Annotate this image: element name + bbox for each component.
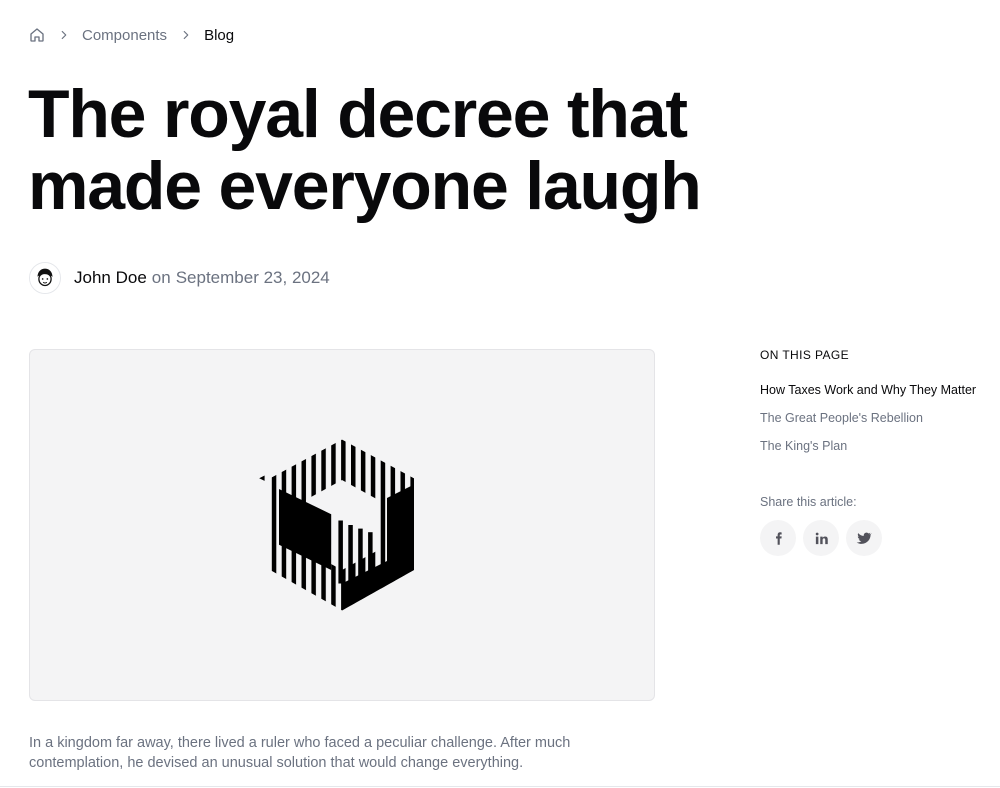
twitter-icon: [856, 532, 872, 544]
avatar-illustration: [30, 263, 60, 293]
home-icon[interactable]: [29, 27, 45, 43]
article-intro: In a kingdom far away, there lived a rul…: [29, 735, 571, 771]
table-of-contents: ON THIS PAGE How Taxes Work and Why They…: [760, 348, 1000, 466]
publish-date: September 23, 2024: [175, 268, 330, 287]
page-title: The royal decree that made everyone laug…: [28, 76, 702, 224]
toc-heading: ON THIS PAGE: [760, 348, 850, 362]
toc-item-how-taxes-work[interactable]: How Taxes Work and Why They Matter: [760, 382, 1000, 410]
chevron-right-icon: [179, 28, 193, 42]
breadcrumb-item-components[interactable]: Components: [82, 27, 167, 44]
hero-image: [29, 349, 655, 701]
share-twitter-button[interactable]: [846, 520, 882, 556]
toc-item-great-peoples-rebellion[interactable]: The Great People's Rebellion: [760, 410, 1000, 438]
chevron-right-icon: [57, 28, 71, 42]
article-byline: John Doe on September 23, 2024: [29, 262, 330, 294]
avatar[interactable]: [29, 262, 61, 294]
share-buttons: [760, 520, 882, 556]
divider: [0, 786, 1000, 787]
breadcrumb: Components Blog: [29, 24, 234, 46]
byline-on: on: [151, 268, 171, 287]
toc-list: How Taxes Work and Why They Matter The G…: [760, 382, 1000, 466]
toc-item-kings-plan[interactable]: The King's Plan: [760, 438, 1000, 466]
share-label: Share this article:: [760, 495, 857, 509]
share-linkedin-button[interactable]: [803, 520, 839, 556]
linkedin-icon: [815, 532, 828, 544]
facebook-icon: [775, 531, 782, 545]
breadcrumb-item-blog: Blog: [204, 26, 235, 44]
share-facebook-button[interactable]: [760, 520, 796, 556]
abstract-striped-logo: [259, 439, 414, 611]
author-name[interactable]: John Doe: [74, 268, 147, 288]
